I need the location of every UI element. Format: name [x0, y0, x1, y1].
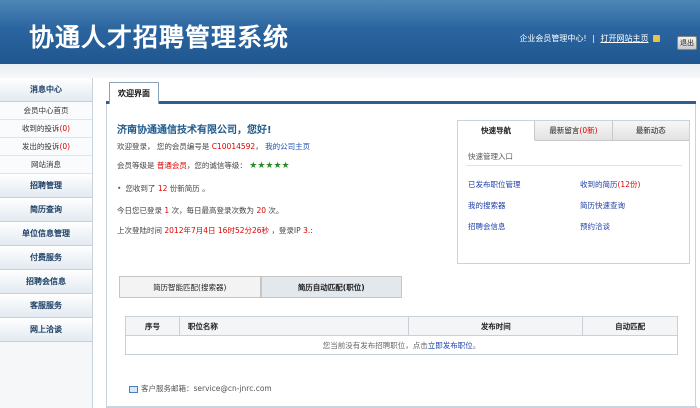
member-number-line: 欢迎登录， 您的会员编号是 C10014592， 我的公司主页	[117, 142, 311, 151]
app-header: 协通人才招聘管理系统 企业会员管理中心! | 打开网站主页 退出	[0, 0, 700, 64]
col-job-name: 职位名称	[178, 316, 410, 336]
tab-latest-news[interactable]: 最新动态	[612, 121, 689, 141]
login-count-line: 今日您已登录 1 次，每日最高登录次数为 20 次。	[117, 206, 284, 215]
sidebar-item-message-center[interactable]: 消息中心	[0, 78, 92, 102]
sidebar-item-job-fair[interactable]: 招聘会信息	[0, 270, 92, 294]
sidebar-subitem-member-home[interactable]: 会员中心首页	[0, 102, 92, 120]
member-number: C10014592	[211, 142, 256, 151]
welcome-content: 济南协通通信技术有限公司，您好! 欢迎登录， 您的会员编号是 C10014592…	[106, 104, 697, 408]
quick-nav-tabs: 快速导航 最新留言(0新) 最新动态	[458, 121, 689, 141]
col-publish-time: 发布时间	[408, 316, 584, 336]
new-resume-line: • 您收到了 12 份新简历 。	[117, 184, 210, 193]
last-login-line: 上次登陆时间 2012年7月4日 16时52分26秒 ，登录IP 3.:	[117, 226, 313, 235]
table-header-row: 序号 职位名称 发布时间 自动匹配	[125, 316, 678, 336]
header-links: 企业会员管理中心! | 打开网站主页	[519, 33, 660, 44]
main-tabbar: 欢迎界面	[106, 79, 696, 104]
sidebar-item-resume-query[interactable]: 简历查询	[0, 198, 92, 222]
resume-quick-query-link[interactable]: 简历快速查询	[580, 200, 625, 211]
sidebar-item-online-chat[interactable]: 网上洽谈	[0, 318, 92, 342]
my-search-link[interactable]: 我的搜索器	[468, 200, 506, 211]
mail-icon	[129, 385, 138, 393]
sidebar: 消息中心 会员中心首页 收到的投诉(0) 发出的投诉(0) 网站消息 招聘管理 …	[0, 78, 93, 408]
sidebar-item-recruit-management[interactable]: 招聘管理	[0, 174, 92, 198]
sidebar-subitem-site-messages[interactable]: 网站消息	[0, 156, 92, 174]
header-shadow	[0, 64, 700, 78]
last-login-time: 2012年7月4日 16时52分26秒	[164, 226, 270, 235]
credit-stars-icon: ★★★★★	[249, 161, 290, 171]
exit-button[interactable]: 退出	[677, 36, 697, 50]
member-level-line: 会员等级是 普通会员，您的诚信等级： ★★★★★	[117, 161, 290, 171]
tab-welcome[interactable]: 欢迎界面	[109, 82, 159, 104]
table-row: 您当前没有发布招聘职位，点击立即发布职位。	[125, 335, 678, 355]
new-resume-count: 12	[157, 184, 168, 193]
published-jobs-link[interactable]: 已发布职位管理	[468, 179, 521, 190]
sidebar-item-customer-service[interactable]: 客服服务	[0, 294, 92, 318]
col-auto-match: 自动匹配	[582, 316, 678, 336]
match-tabs: 简历智能匹配(搜索器) 简历自动匹配(职位)	[119, 276, 402, 298]
last-login-ip: 3.:	[303, 226, 313, 235]
member-center-label: 企业会员管理中心!	[519, 34, 587, 43]
service-email: 客户服务邮箱：service@cn-jnrc.com	[129, 383, 272, 394]
sidebar-subitem-sent-complaints[interactable]: 发出的投诉(0)	[0, 138, 92, 156]
my-company-homepage-link[interactable]: 我的公司主页	[265, 142, 310, 151]
job-fair-link[interactable]: 招聘会信息	[468, 221, 506, 232]
col-index: 序号	[125, 316, 180, 336]
tab-latest-messages[interactable]: 最新留言(0新)	[535, 121, 613, 141]
sidebar-item-paid-services[interactable]: 付费服务	[0, 246, 92, 270]
tab-auto-match[interactable]: 简历自动匹配(职位)	[260, 276, 402, 298]
open-homepage-link[interactable]: 打开网站主页	[600, 34, 648, 43]
quick-nav-panel: 快速导航 最新留言(0新) 最新动态 快速管理入口 已发布职位管理 我的搜索器 …	[457, 120, 690, 264]
member-level: 普通会员	[156, 161, 187, 170]
main-panel: 欢迎界面 济南协通通信技术有限公司，您好! 欢迎登录， 您的会员编号是 C100…	[106, 79, 697, 408]
app-title: 协通人才招聘管理系统	[29, 23, 290, 52]
jobs-table: 序号 职位名称 发布时间 自动匹配 您当前没有发布招聘职位，点击立即发布职位。	[125, 316, 678, 355]
sidebar-item-company-info[interactable]: 单位信息管理	[0, 222, 92, 246]
service-email-address[interactable]: service@cn-jnrc.com	[194, 384, 272, 393]
schedule-chat-link[interactable]: 预约洽谈	[580, 221, 610, 232]
received-resumes-link[interactable]: 收到的简历(12份)	[580, 179, 640, 190]
tab-smart-match[interactable]: 简历智能匹配(搜索器)	[119, 276, 261, 298]
home-icon	[653, 35, 660, 42]
quick-entry-title: 快速管理入口	[468, 152, 513, 161]
tab-quick-nav[interactable]: 快速导航	[458, 121, 536, 141]
sidebar-subitem-received-complaints[interactable]: 收到的投诉(0)	[0, 120, 92, 138]
divider	[466, 165, 682, 166]
publish-job-now-link[interactable]: 立即发布职位	[428, 341, 473, 350]
empty-message: 您当前没有发布招聘职位，点击立即发布职位。	[125, 335, 678, 355]
welcome-heading: 济南协通通信技术有限公司，您好!	[117, 125, 272, 136]
